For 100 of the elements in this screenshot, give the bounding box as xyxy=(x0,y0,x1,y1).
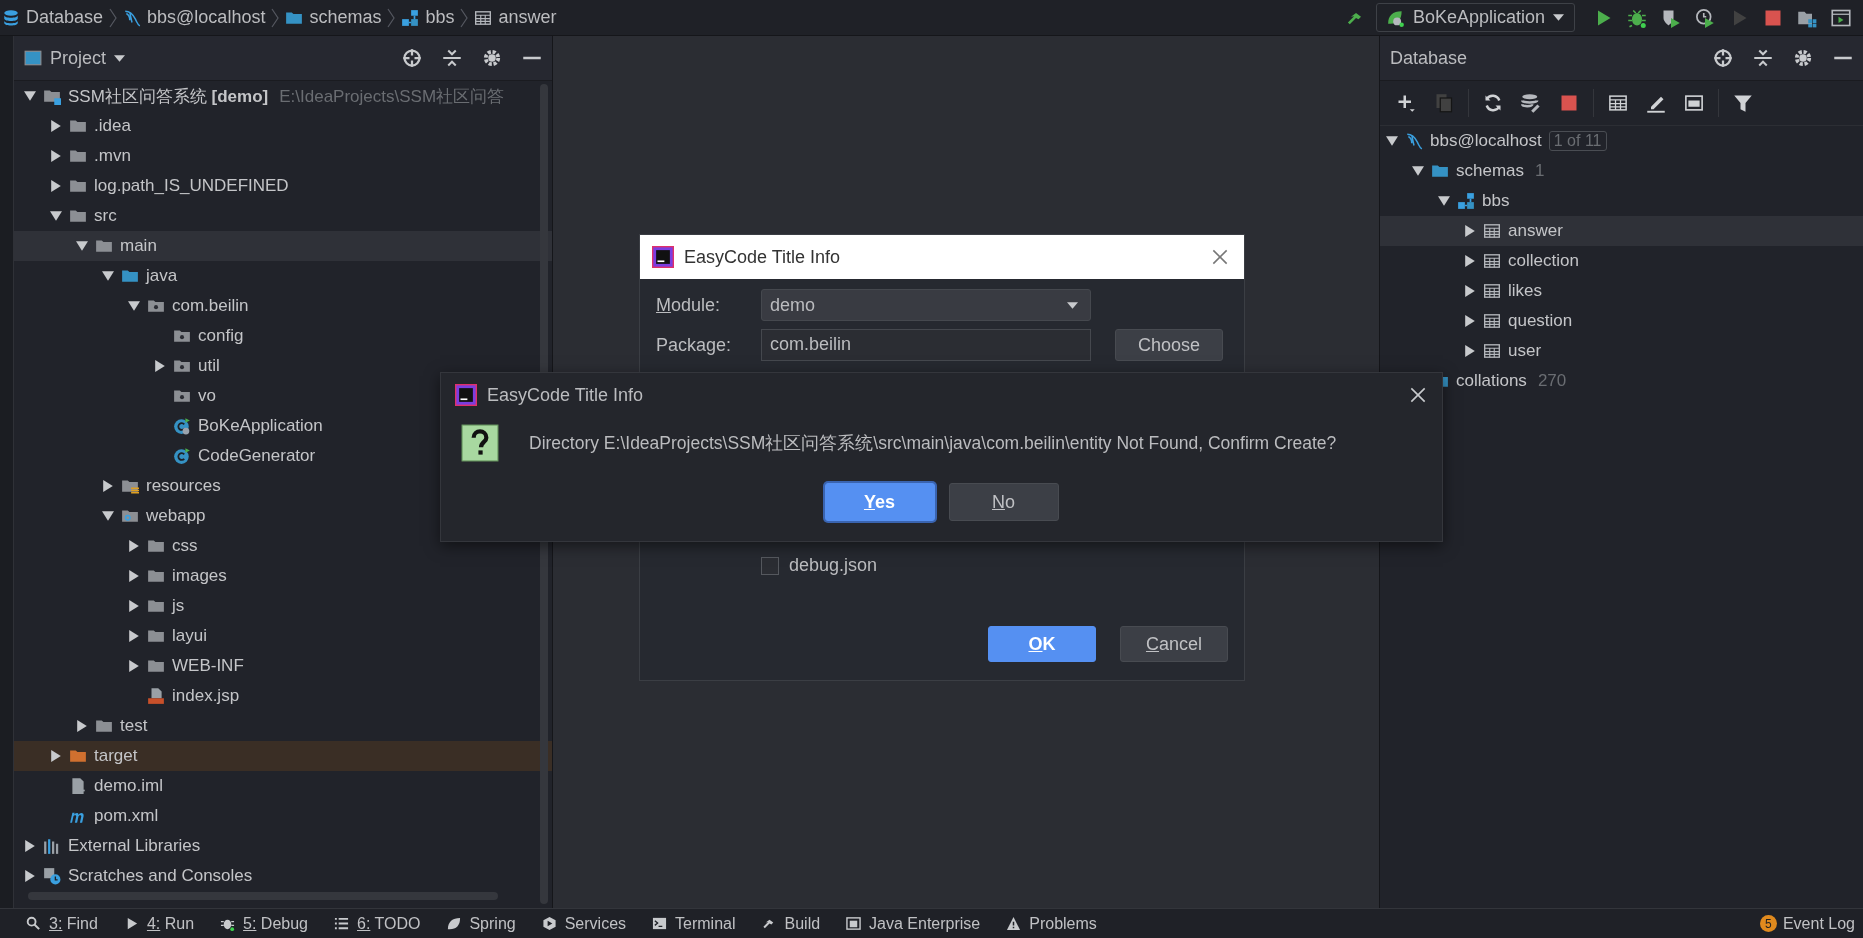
expand-arrow-icon[interactable] xyxy=(128,660,140,672)
tree-item[interactable]: config xyxy=(14,321,552,351)
collapse-arrow-icon[interactable] xyxy=(76,240,88,252)
tree-item[interactable]: bbs xyxy=(1380,186,1863,216)
tool-window-tab[interactable]: Services xyxy=(541,914,627,933)
tree-item[interactable]: log.path_IS_UNDEFINED xyxy=(14,171,552,201)
collapse-arrow-icon[interactable] xyxy=(1438,195,1450,207)
expand-arrow-icon[interactable] xyxy=(128,570,140,582)
collapse-all-icon[interactable] xyxy=(442,48,462,68)
expand-arrow-icon[interactable] xyxy=(1464,345,1476,357)
tree-item[interactable]: answer xyxy=(1380,216,1863,246)
tree-item[interactable]: test xyxy=(14,711,552,741)
tree-item[interactable]: main xyxy=(14,231,552,261)
collapse-arrow-icon[interactable] xyxy=(102,270,114,282)
tree-item[interactable]: bbs@localhost 1 of 11 xyxy=(1380,126,1863,156)
tree-item[interactable]: .idea xyxy=(14,111,552,141)
breadcrumb[interactable]: bbs xyxy=(401,7,455,28)
tree-item[interactable]: question xyxy=(1380,306,1863,336)
breadcrumb[interactable]: schemas xyxy=(285,7,382,28)
tree-item[interactable]: webapp xyxy=(14,501,552,531)
no-button[interactable]: No xyxy=(948,483,1059,521)
close-icon[interactable] xyxy=(1212,249,1228,265)
expand-arrow-icon[interactable] xyxy=(128,630,140,642)
expand-arrow-icon[interactable] xyxy=(76,720,88,732)
breadcrumb[interactable]: Database xyxy=(2,7,104,28)
expand-arrow-icon[interactable] xyxy=(1464,285,1476,297)
tree-item[interactable]: schemas 1 xyxy=(1380,156,1863,186)
close-icon[interactable] xyxy=(1410,387,1426,403)
expand-arrow-icon[interactable] xyxy=(24,840,36,852)
item-label: com.beilin xyxy=(172,296,249,316)
collapse-all-icon[interactable] xyxy=(1753,48,1773,68)
expand-arrow-icon[interactable] xyxy=(50,150,62,162)
tool-window-tab[interactable]: 4: Run xyxy=(123,914,195,933)
folder-icon xyxy=(69,177,87,195)
collapse-arrow-icon[interactable] xyxy=(102,510,114,522)
settings-icon[interactable] xyxy=(1793,48,1813,68)
tree-item[interactable]: .mvn xyxy=(14,141,552,171)
expand-arrow-icon[interactable] xyxy=(1464,315,1476,327)
panel-title[interactable]: Project xyxy=(24,47,126,69)
cancel-button[interactable]: Cancel xyxy=(1120,626,1228,662)
tool-window-tab[interactable]: Java Enterprise xyxy=(846,914,981,933)
tree-item[interactable]: resources xyxy=(14,471,552,501)
tool-window-tab[interactable]: Spring xyxy=(446,914,516,933)
tree-item[interactable]: collection xyxy=(1380,246,1863,276)
tool-window-tab[interactable]: Problems xyxy=(1006,914,1097,933)
tree-item[interactable]: util xyxy=(14,351,552,381)
item-label: js xyxy=(172,596,185,616)
tree-item[interactable]: index.jsp xyxy=(14,681,552,711)
locate-icon[interactable] xyxy=(1713,48,1733,68)
tree-item[interactable]: user xyxy=(1380,336,1863,366)
collapse-arrow-icon[interactable] xyxy=(50,210,62,222)
tool-window-tab[interactable]: 5: Debug xyxy=(220,914,308,933)
tree-item[interactable]: likes xyxy=(1380,276,1863,306)
tree-item[interactable]: layui xyxy=(14,621,552,651)
package-field[interactable]: com.beilin xyxy=(761,329,1091,361)
module-dropdown[interactable]: demo xyxy=(761,289,1091,321)
tree-item[interactable]: css xyxy=(14,531,552,561)
expand-arrow-icon[interactable] xyxy=(50,750,62,762)
tree-item[interactable]: js xyxy=(14,591,552,621)
settings-icon[interactable] xyxy=(482,48,502,68)
table-icon xyxy=(1483,282,1501,300)
choose-button[interactable]: Choose xyxy=(1115,329,1223,361)
tree-item[interactable]: SSM社区问答系统 [demo] E:\IdeaProjects\SSM社区问答 xyxy=(14,81,552,111)
expand-arrow-icon[interactable] xyxy=(1464,255,1476,267)
event-log-tab[interactable]: 5 Event Log xyxy=(1759,914,1855,933)
tree-item[interactable]: External Libraries xyxy=(14,831,552,861)
item-label: target xyxy=(94,746,138,766)
expand-arrow-icon[interactable] xyxy=(128,540,140,552)
tree-item[interactable]: src xyxy=(14,201,552,231)
breadcrumb[interactable]: answer xyxy=(474,7,557,28)
expand-arrow-icon[interactable] xyxy=(1464,225,1476,237)
tool-window-tab[interactable]: 6: TODO xyxy=(334,914,421,933)
item-label: images xyxy=(172,566,227,586)
expand-arrow-icon[interactable] xyxy=(154,360,166,372)
collapse-arrow-icon[interactable] xyxy=(128,300,140,312)
tool-window-tab[interactable]: 3: Find xyxy=(26,914,98,933)
collapse-arrow-icon[interactable] xyxy=(1412,165,1424,177)
tree-item[interactable]: target xyxy=(14,741,552,771)
tree-item[interactable]: java xyxy=(14,261,552,291)
breadcrumb[interactable]: bbs@localhost xyxy=(123,7,266,28)
tree-item[interactable]: Scratches and Consoles xyxy=(14,861,552,891)
expand-arrow-icon[interactable] xyxy=(24,870,36,882)
run-configuration-dropdown[interactable]: BoKeApplication xyxy=(1375,3,1575,32)
locate-icon[interactable] xyxy=(402,48,422,68)
tool-window-tab[interactable]: Build xyxy=(761,914,821,933)
expand-arrow-icon[interactable] xyxy=(102,480,114,492)
expand-arrow-icon[interactable] xyxy=(50,180,62,192)
tool-window-tab[interactable]: Terminal xyxy=(652,914,736,933)
checkbox[interactable]: debug.json xyxy=(761,555,878,576)
tree-item[interactable]: pom.xml xyxy=(14,801,552,831)
expand-arrow-icon[interactable] xyxy=(128,600,140,612)
tree-item[interactable]: images xyxy=(14,561,552,591)
collapse-arrow-icon[interactable] xyxy=(1386,135,1398,147)
tree-item[interactable]: demo.iml xyxy=(14,771,552,801)
expand-arrow-icon[interactable] xyxy=(50,120,62,132)
console-icon xyxy=(1684,93,1704,113)
tree-item[interactable]: WEB-INF xyxy=(14,651,552,681)
chevron-icon xyxy=(460,7,469,28)
tree-item[interactable]: com.beilin xyxy=(14,291,552,321)
collapse-arrow-icon[interactable] xyxy=(24,90,36,102)
